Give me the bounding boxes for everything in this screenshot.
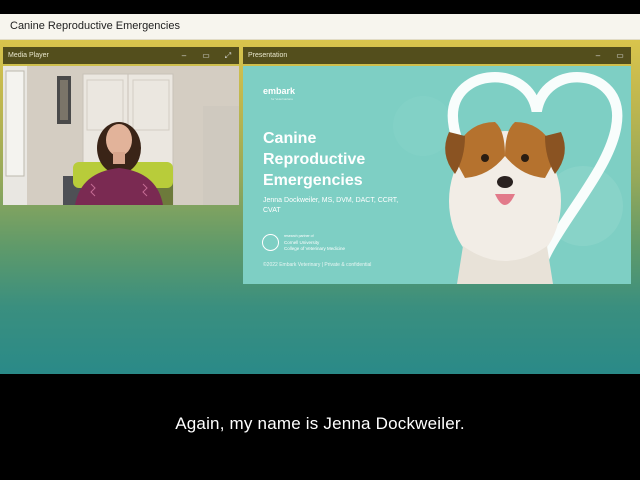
slide-title: Canine Reproductive Emergencies (263, 130, 366, 189)
expand-icon[interactable]: ⤢ (217, 51, 239, 61)
cornell-seal-icon (262, 234, 279, 251)
presentation-slide: embark for Veterinarians Canine Reproduc… (243, 66, 631, 284)
media-player-header: Media Player – ▭ ⤢ (3, 47, 239, 64)
partner-line-2: Cornell University (284, 240, 320, 245)
presentation-panel: Presentation – ▭ embark for Veterinarian… (243, 47, 631, 285)
restore-icon[interactable]: ▭ (195, 51, 217, 60)
window-titlebar: Canine Reproductive Emergencies (0, 14, 640, 40)
presentation-header: Presentation – ▭ (243, 47, 631, 64)
caption-area: Again, my name is Jenna Dockweiler. (0, 374, 640, 480)
caption-text: Again, my name is Jenna Dockweiler. (175, 414, 465, 433)
window-title: Canine Reproductive Emergencies (10, 20, 180, 32)
minimize-icon[interactable]: – (173, 51, 195, 60)
partner-line-1: research partner of (284, 234, 314, 238)
stage-background: Media Player – ▭ ⤢ Presentation – ▭ emba… (0, 40, 640, 374)
media-player-title: Media Player (8, 52, 49, 59)
embark-logo: embark (263, 86, 296, 96)
slide-author: Jenna Dockweiler, MS, DVM, DACT, CCRT, C… (263, 197, 399, 214)
speaker-video-frame (3, 66, 239, 205)
slide-copyright: ©2022 Embark Veterinary | Private & conf… (263, 262, 372, 268)
speaker-video[interactable] (3, 66, 239, 205)
top-black-bar (0, 0, 640, 14)
presentation-title: Presentation (248, 52, 288, 59)
partner-line-3: College of Veterinary Medicine (284, 246, 346, 251)
embark-logo-subtitle: for Veterinarians (271, 97, 293, 101)
minimize-icon[interactable]: – (587, 51, 609, 60)
restore-icon[interactable]: ▭ (609, 51, 631, 60)
dog-image (445, 122, 565, 284)
media-player-panel: Media Player – ▭ ⤢ (3, 47, 239, 207)
